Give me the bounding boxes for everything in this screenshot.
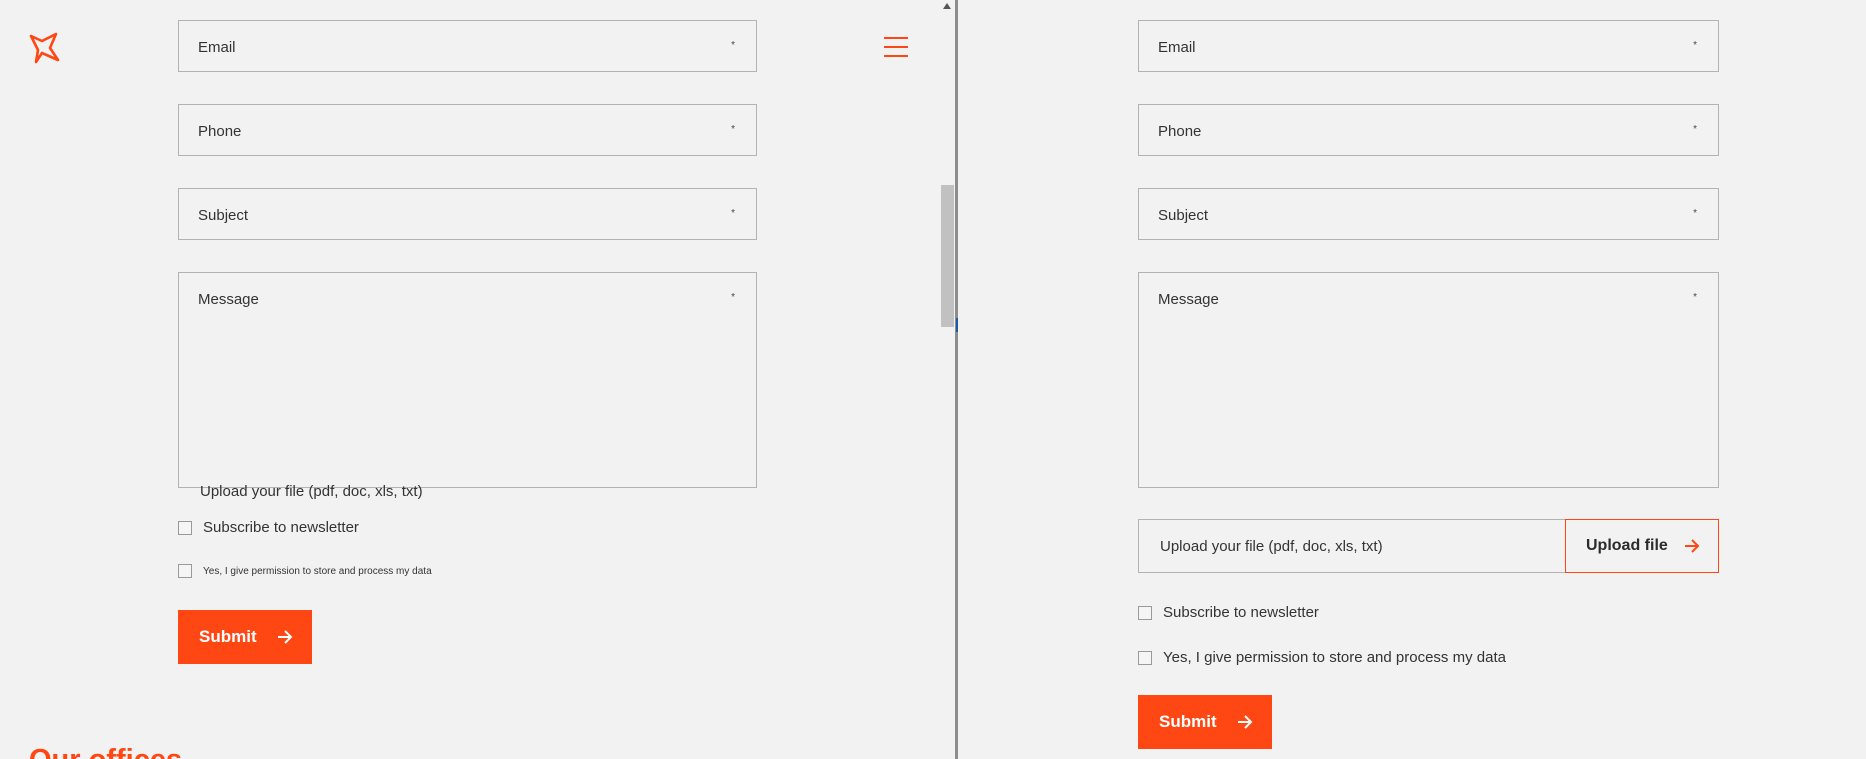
required-marker: * <box>1693 124 1697 135</box>
email-field-label: Email <box>198 39 236 56</box>
message-field[interactable]: Message * <box>178 272 757 488</box>
required-marker: * <box>731 208 735 219</box>
upload-file-button[interactable]: Upload file <box>1565 519 1719 573</box>
subject-field-label: Subject <box>198 207 249 224</box>
upload-file-label[interactable]: Upload your file (pdf, doc, xls, txt) <box>200 483 423 500</box>
file-upload-field[interactable]: Upload your file (pdf, doc, xls, txt) Up… <box>1138 519 1719 573</box>
upload-file-button-label: Upload file <box>1586 537 1668 554</box>
phone-field-label: Phone <box>198 123 242 140</box>
required-marker: * <box>731 124 735 135</box>
phone-field[interactable]: Phone * <box>178 104 757 156</box>
scrollbar-thumb[interactable] <box>941 185 954 327</box>
scroll-up-arrow-icon[interactable] <box>943 3 951 9</box>
required-marker: * <box>1693 208 1697 219</box>
newsletter-checkbox-row[interactable]: Subscribe to newsletter <box>178 519 359 536</box>
scrollbar[interactable] <box>940 0 955 759</box>
message-field-label: Message <box>198 291 259 308</box>
submit-button[interactable]: Submit <box>1138 695 1272 749</box>
upload-file-label: Upload your file (pdf, doc, xls, txt) <box>1160 538 1383 555</box>
hamburger-menu-icon[interactable] <box>884 37 908 59</box>
phone-field[interactable]: Phone * <box>1138 104 1719 156</box>
offices-heading: Our offices <box>29 744 182 759</box>
message-field-label: Message <box>1158 291 1219 308</box>
newsletter-label: Subscribe to newsletter <box>203 519 359 536</box>
newsletter-checkbox-row[interactable]: Subscribe to newsletter <box>1138 604 1319 621</box>
submit-button[interactable]: Submit <box>178 610 312 664</box>
permission-checkbox-row[interactable]: Yes, I give permission to store and proc… <box>178 564 432 578</box>
permission-checkbox-row[interactable]: Yes, I give permission to store and proc… <box>1138 649 1506 666</box>
left-pane: Email * Phone * Subject * Message * Uplo… <box>0 0 957 759</box>
required-marker: * <box>731 292 735 303</box>
permission-label: Yes, I give permission to store and proc… <box>1163 649 1506 666</box>
email-field[interactable]: Email * <box>1138 20 1719 72</box>
sparkle-logo-icon[interactable] <box>28 32 60 64</box>
right-pane: Email * Phone * Subject * Message * Uplo… <box>958 0 1866 759</box>
arrow-right-icon <box>1684 539 1700 553</box>
submit-label: Submit <box>199 627 257 646</box>
arrow-right-icon <box>277 630 293 644</box>
newsletter-checkbox[interactable] <box>1138 605 1152 620</box>
permission-label: Yes, I give permission to store and proc… <box>203 565 432 577</box>
required-marker: * <box>1693 40 1697 51</box>
submit-label: Submit <box>1159 712 1217 731</box>
required-marker: * <box>731 40 735 51</box>
newsletter-label: Subscribe to newsletter <box>1163 604 1319 621</box>
subject-field[interactable]: Subject * <box>178 188 757 240</box>
permission-checkbox[interactable] <box>1138 650 1152 665</box>
message-field[interactable]: Message * <box>1138 272 1719 488</box>
email-field[interactable]: Email * <box>178 20 757 72</box>
phone-field-label: Phone <box>1158 123 1202 140</box>
arrow-right-icon <box>1237 715 1253 729</box>
subject-field-label: Subject <box>1158 207 1209 224</box>
newsletter-checkbox[interactable] <box>178 520 192 535</box>
email-field-label: Email <box>1158 39 1196 56</box>
required-marker: * <box>1693 292 1697 303</box>
permission-checkbox[interactable] <box>178 564 192 578</box>
subject-field[interactable]: Subject * <box>1138 188 1719 240</box>
